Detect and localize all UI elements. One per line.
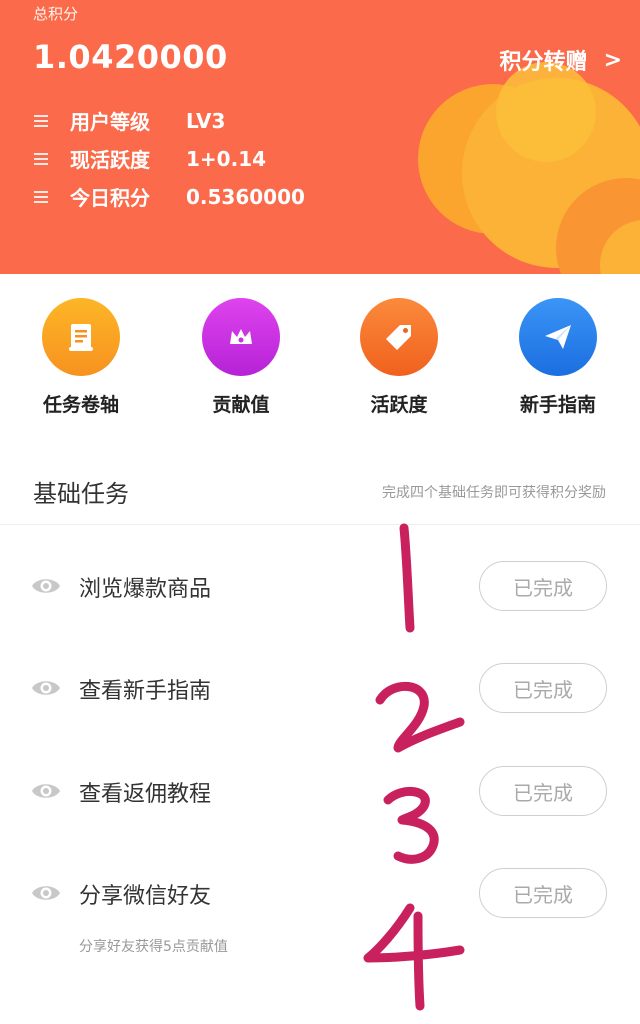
points-transfer-button[interactable]: 积分转赠 >	[500, 44, 622, 76]
shortcut-activity[interactable]: 活跃度	[329, 298, 469, 417]
divider	[0, 524, 640, 525]
stat-activity: 现活跃度 1+0.14	[34, 144, 266, 173]
stat-today-points: 今日积分 0.5360000	[34, 182, 305, 211]
tag-icon	[360, 298, 438, 376]
task-row: 分享微信好友 已完成	[0, 868, 640, 928]
stat-value: 1+0.14	[186, 146, 267, 171]
list-icon	[34, 152, 48, 165]
list-icon	[34, 190, 48, 203]
task-name: 查看新手指南	[79, 679, 212, 704]
task-name: 分享微信好友	[79, 884, 212, 909]
task-row: 查看返佣教程 已完成	[0, 766, 640, 826]
eye-icon	[32, 784, 60, 798]
total-points-label: 总积分	[33, 5, 79, 23]
eye-icon	[32, 579, 60, 593]
stat-label: 现活跃度	[70, 148, 150, 172]
stat-value: 0.5360000	[186, 184, 305, 209]
stat-user-level: 用户等级 LV3	[34, 106, 225, 135]
task-note: 分享好友获得5点贡献值	[79, 939, 228, 955]
section-hint: 完成四个基础任务即可获得积分奖励	[382, 485, 606, 501]
task-completed-button[interactable]: 已完成	[479, 663, 607, 713]
shortcut-label: 新手指南	[519, 394, 596, 416]
shortcut-label: 活跃度	[370, 394, 428, 416]
stat-value: LV3	[186, 108, 226, 133]
task-name: 浏览爆款商品	[79, 577, 212, 602]
task-name: 查看返佣教程	[79, 782, 212, 807]
task-row: 查看新手指南 已完成	[0, 663, 640, 723]
shortcut-task-scroll[interactable]: 任务卷轴	[11, 298, 151, 417]
chevron-right-icon: >	[603, 47, 622, 73]
total-points-value: 1.0420000	[33, 38, 228, 76]
points-transfer-label: 积分转赠	[499, 50, 588, 75]
task-completed-button[interactable]: 已完成	[479, 561, 607, 611]
section-title: 基础任务	[33, 480, 129, 508]
stat-label: 今日积分	[70, 186, 150, 210]
scroll-icon	[42, 298, 120, 376]
shortcut-label: 任务卷轴	[42, 394, 119, 416]
task-completed-button[interactable]: 已完成	[479, 766, 607, 816]
list-icon	[34, 114, 48, 127]
eye-icon	[32, 886, 60, 900]
points-header: 总积分 1.0420000 积分转赠 > 用户等级 LV3 现活跃度 1+0.1…	[0, 0, 640, 274]
crown-icon	[202, 298, 280, 376]
stat-label: 用户等级	[70, 110, 150, 134]
shortcut-contribution[interactable]: 贡献值	[171, 298, 311, 417]
paper-plane-icon	[519, 298, 597, 376]
shortcut-beginner-guide[interactable]: 新手指南	[488, 298, 628, 417]
shortcut-grid: 任务卷轴 贡献值 活跃度 新手指南	[0, 298, 640, 428]
shortcut-label: 贡献值	[212, 394, 270, 416]
task-row: 浏览爆款商品 已完成	[0, 561, 640, 621]
decor-circle	[496, 62, 596, 162]
task-completed-button[interactable]: 已完成	[479, 868, 607, 918]
eye-icon	[32, 681, 60, 695]
